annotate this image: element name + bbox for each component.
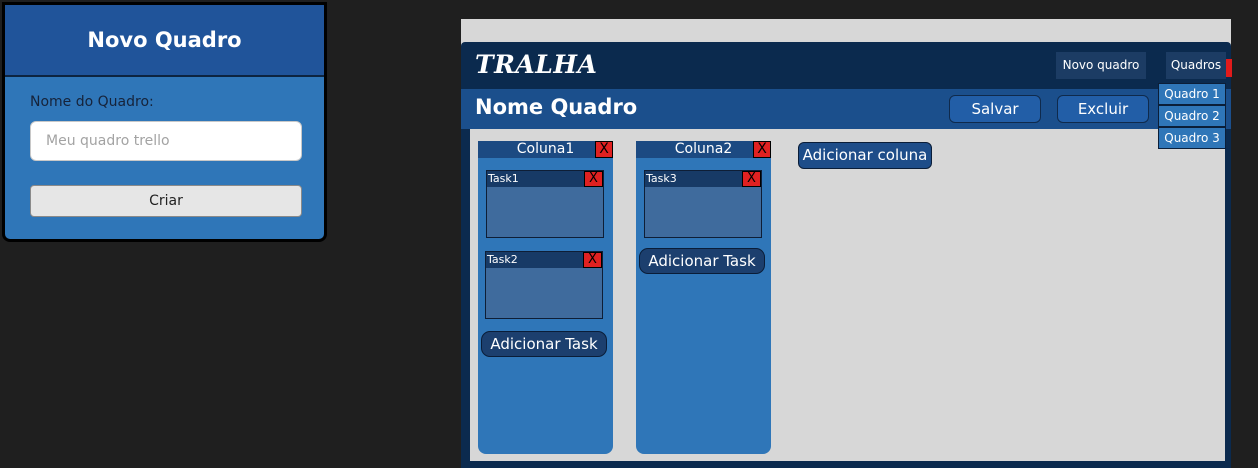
task-title: Task2: [487, 253, 518, 266]
task-card[interactable]: Task1 X: [486, 170, 604, 238]
dialog-title: Novo Quadro: [87, 28, 242, 52]
delete-button[interactable]: Excluir: [1057, 95, 1149, 123]
task-header: Task3 X: [645, 171, 761, 187]
column-title: Coluna1: [516, 141, 575, 157]
app-logo[interactable]: TRALHA: [475, 50, 597, 79]
add-column-button[interactable]: Adicionar coluna: [798, 142, 932, 169]
board-frame-bottom: [461, 461, 1231, 468]
task-card[interactable]: Task2 X: [485, 251, 603, 319]
column-header: Coluna2 X: [636, 141, 771, 158]
task-header: Task1 X: [487, 171, 603, 187]
board-name-label: Nome do Quadro:: [30, 94, 154, 110]
column-header: Coluna1 X: [478, 141, 613, 158]
board-title: Nome Quadro: [475, 95, 638, 119]
delete-task-button[interactable]: X: [583, 252, 602, 268]
dialog-header: Novo Quadro: [5, 5, 324, 77]
boards-menu-item[interactable]: Quadro 2: [1158, 105, 1226, 127]
navbar: TRALHA Novo quadro Quadros: [461, 42, 1232, 89]
column: Coluna1 X Task1 X Task2 X Adicionar Task: [478, 141, 613, 454]
board-frame-left: [461, 129, 470, 461]
save-button[interactable]: Salvar: [949, 95, 1041, 123]
task-title: Task3: [646, 172, 677, 185]
delete-column-button[interactable]: X: [595, 141, 613, 158]
column-title: Coluna2: [674, 141, 733, 157]
new-board-nav-button[interactable]: Novo quadro: [1056, 52, 1146, 79]
delete-task-button[interactable]: X: [584, 171, 603, 187]
delete-task-button[interactable]: X: [742, 171, 761, 187]
add-task-button[interactable]: Adicionar Task: [481, 331, 607, 357]
boards-nav-button[interactable]: Quadros: [1166, 52, 1226, 79]
board-name-input[interactable]: [30, 121, 302, 161]
board-area: Coluna1 X Task1 X Task2 X Adicionar Task…: [470, 129, 1225, 461]
boards-menu-item[interactable]: Quadro 3: [1158, 127, 1226, 149]
delete-column-button[interactable]: X: [753, 141, 771, 158]
app-window: TRALHA Novo quadro Quadros Nome Quadro S…: [461, 19, 1232, 468]
create-button[interactable]: Criar: [30, 185, 302, 217]
boards-dropdown-menu: Quadro 1 Quadro 2 Quadro 3: [1158, 83, 1226, 149]
boards-menu-item[interactable]: Quadro 1: [1158, 83, 1226, 105]
task-header: Task2 X: [486, 252, 602, 268]
task-card[interactable]: Task3 X: [644, 170, 762, 238]
add-task-button[interactable]: Adicionar Task: [639, 248, 765, 274]
task-title: Task1: [488, 172, 519, 185]
column: Coluna2 X Task3 X Adicionar Task: [636, 141, 771, 454]
board-toolbar: Nome Quadro Salvar Excluir: [461, 89, 1231, 129]
board-frame-right: [1225, 129, 1231, 461]
new-board-dialog: Novo Quadro Nome do Quadro: Criar: [2, 2, 327, 242]
boards-dropdown-indicator: [1226, 59, 1232, 77]
